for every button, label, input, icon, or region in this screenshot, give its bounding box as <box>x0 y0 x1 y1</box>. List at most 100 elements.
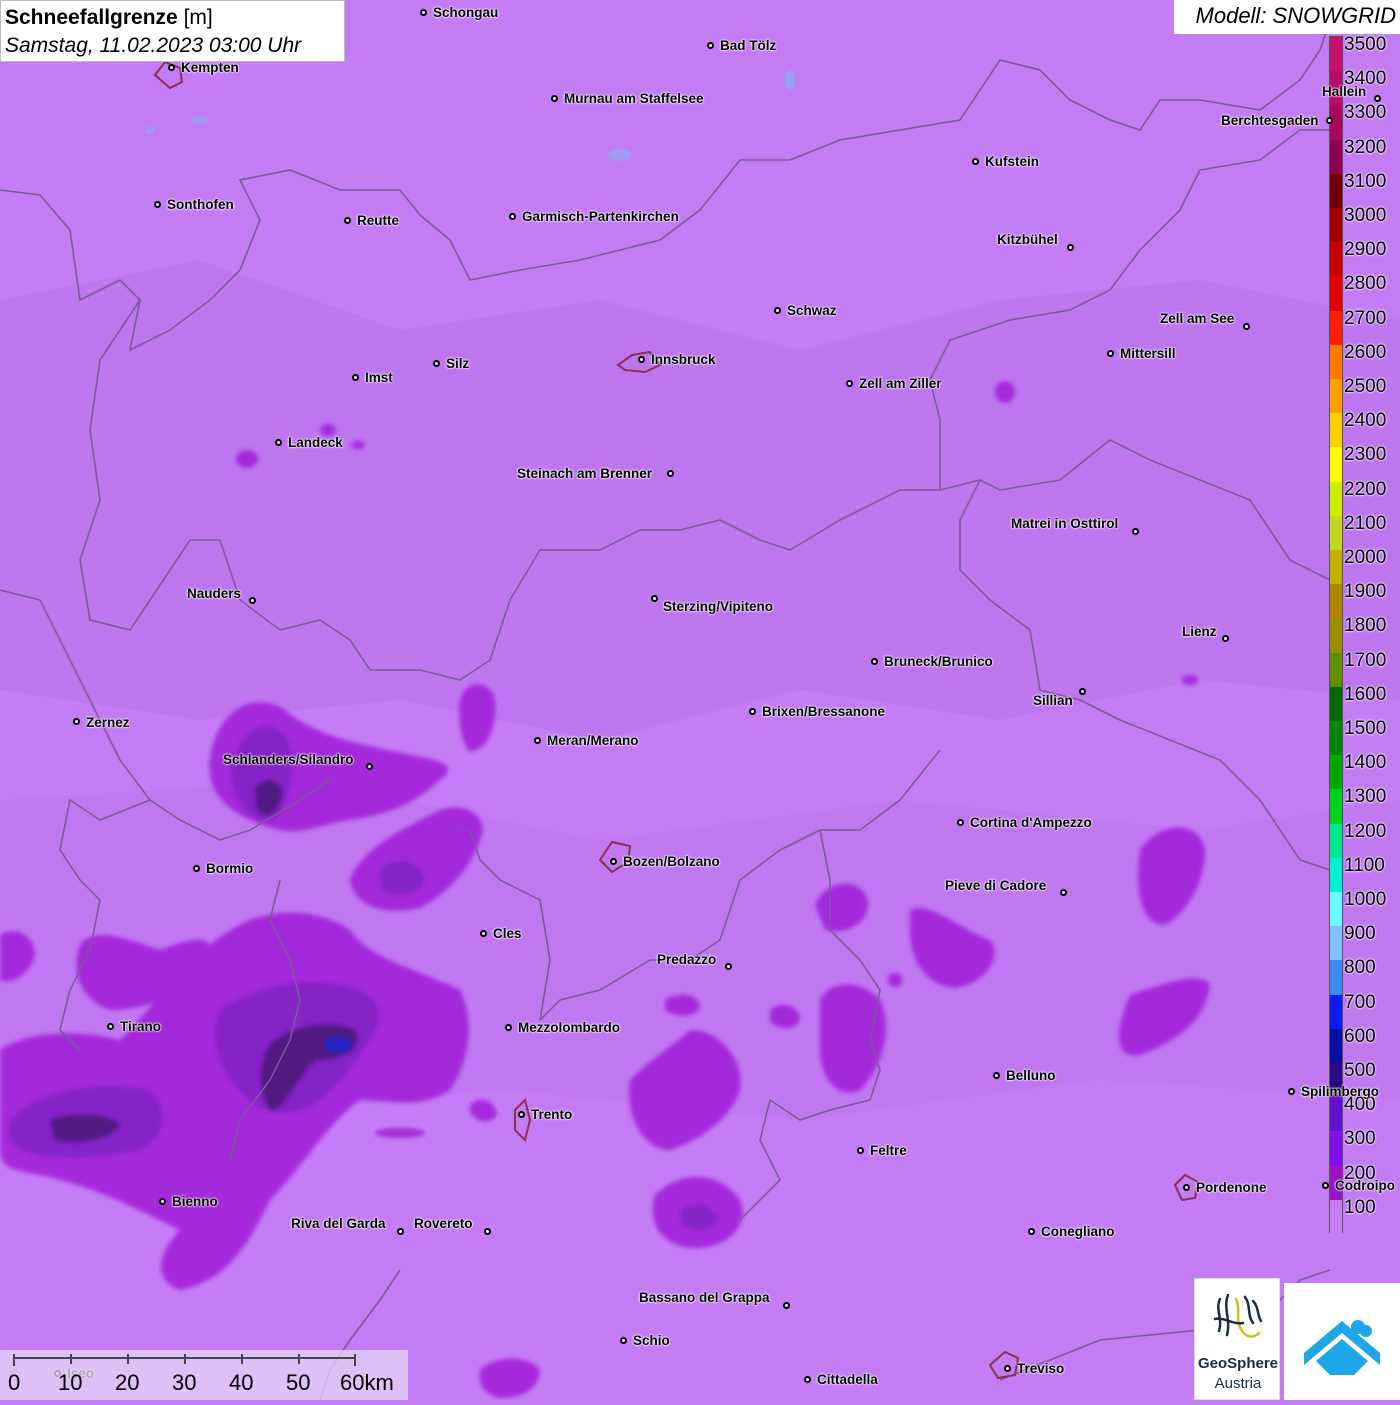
city-label: Kempten <box>181 60 239 75</box>
city-dot <box>420 9 427 16</box>
color-legend: 3500 3400 3300 3200 3100 3000 2900 2800 2700 2600… <box>1329 35 1400 1235</box>
legend-label: 2700 <box>1344 307 1387 329</box>
city-dot <box>993 1072 1000 1079</box>
city-dot <box>749 708 756 715</box>
city-label: Cittadella <box>817 1372 878 1387</box>
legend-label: 1100 <box>1344 854 1385 876</box>
legend-swatch <box>1330 344 1342 380</box>
city-dot <box>480 930 487 937</box>
legend-swatch <box>1330 994 1342 1030</box>
city-dot <box>1322 1182 1329 1189</box>
city-label: Pordenone <box>1196 1180 1267 1195</box>
city-label: Hallein <box>1322 84 1367 99</box>
city-dot <box>397 1228 404 1235</box>
city-label: Codroipo <box>1335 1178 1395 1193</box>
scale-label: 30 <box>172 1370 197 1395</box>
city-label: Treviso <box>1017 1361 1065 1376</box>
legend-swatch <box>1330 276 1342 312</box>
city-dot <box>972 158 979 165</box>
legend-label: 1800 <box>1344 615 1387 637</box>
legend-swatch <box>1330 37 1342 72</box>
city-dot <box>168 64 175 71</box>
city-label: Garmisch-Partenkirchen <box>522 209 679 224</box>
city-label: Zell am Ziller <box>859 376 942 391</box>
city-dot <box>871 658 878 665</box>
city-dot <box>725 963 732 970</box>
city-dot <box>707 42 714 49</box>
city-dot <box>1222 635 1229 642</box>
city-label: Brixen/Bressanone <box>762 704 886 719</box>
legend-swatch <box>1330 1028 1342 1064</box>
city-dot <box>1107 350 1114 357</box>
city-label: Reutte <box>357 213 400 228</box>
legend-label: 3300 <box>1344 102 1387 124</box>
legend-swatch <box>1330 208 1342 243</box>
legend-label: 1300 <box>1344 786 1387 808</box>
city-dot <box>957 819 964 826</box>
legend-swatch <box>1330 857 1342 893</box>
city-dot <box>783 1302 790 1309</box>
city-dot <box>73 718 80 725</box>
city-dot <box>1028 1228 1035 1235</box>
legend-swatch <box>1330 789 1342 825</box>
legend-label: 100 <box>1344 1196 1376 1218</box>
legend-label: 500 <box>1344 1060 1376 1081</box>
city-dot <box>1079 688 1086 695</box>
precip-core-700 <box>324 1037 352 1053</box>
legend-swatch <box>1330 721 1342 756</box>
city-dot <box>505 1024 512 1031</box>
legend-swatch <box>1330 447 1342 483</box>
geosphere-logo[interactable]: GeoSphere Austria <box>1194 1278 1280 1400</box>
city-label: Tirano <box>120 1019 162 1034</box>
map-title: Schneefallgrenze [m] <box>5 6 213 29</box>
city-label: Kitzbühel <box>997 232 1058 247</box>
legend-swatch <box>1330 892 1342 927</box>
legend-swatch <box>1330 1199 1342 1235</box>
city-label: Trento <box>531 1107 573 1122</box>
city-dot <box>610 858 617 865</box>
scale-bar: 0 10 20 30 40 50 60km <box>0 1350 408 1400</box>
legend-label: 600 <box>1344 1025 1376 1047</box>
city-label: Bassano del Grappa <box>639 1290 770 1305</box>
snow-cloud-logo[interactable] <box>1284 1283 1400 1400</box>
city-label: Sonthofen <box>167 197 234 212</box>
legend-label: 800 <box>1344 957 1376 979</box>
city-label: Conegliano <box>1041 1224 1115 1239</box>
legend-swatch <box>1330 481 1342 517</box>
geosphere-logo-subtext: Austria <box>1214 1375 1262 1392</box>
city-label: Nauders <box>187 586 242 601</box>
city-dot <box>774 307 781 314</box>
city-dot <box>651 595 658 602</box>
city-label: Bruneck/Brunico <box>884 654 993 669</box>
snow-cloud-icon <box>1304 1320 1380 1375</box>
legend-label: 2900 <box>1344 239 1387 261</box>
city-label: Spilimbergo <box>1301 1084 1380 1099</box>
city-label: Matrei in Osttirol <box>1011 516 1119 531</box>
city-dot <box>1004 1365 1011 1372</box>
city-label: Cortina d'Ampezzo <box>970 815 1092 830</box>
legend-swatch <box>1330 823 1342 859</box>
city-label: Schongau <box>433 5 499 20</box>
legend-label: 1700 <box>1344 649 1387 671</box>
city-dot <box>518 1111 525 1118</box>
city-label: Bad Tölz <box>720 38 777 53</box>
legend-swatch <box>1330 413 1342 448</box>
city-dot <box>857 1147 864 1154</box>
legend-label: 2000 <box>1344 547 1387 568</box>
city-dot <box>107 1023 114 1030</box>
city-label: Murnau am Staffelsee <box>564 91 704 106</box>
city-label: Silz <box>446 356 470 371</box>
city-dot <box>159 1198 166 1205</box>
legend-label: 2500 <box>1344 376 1387 397</box>
city-dot <box>1183 1184 1190 1191</box>
city-dot <box>1132 528 1139 535</box>
legend-swatch <box>1330 139 1342 175</box>
legend-swatch <box>1330 379 1342 414</box>
legend-label: 2800 <box>1344 273 1387 295</box>
legend-label: 2200 <box>1344 478 1387 500</box>
city-dot <box>638 356 645 363</box>
legend-label: 3000 <box>1344 205 1387 226</box>
city-label: Riva del Garda <box>291 1216 386 1231</box>
city-dot <box>534 737 541 744</box>
city-label: Feltre <box>870 1143 907 1158</box>
